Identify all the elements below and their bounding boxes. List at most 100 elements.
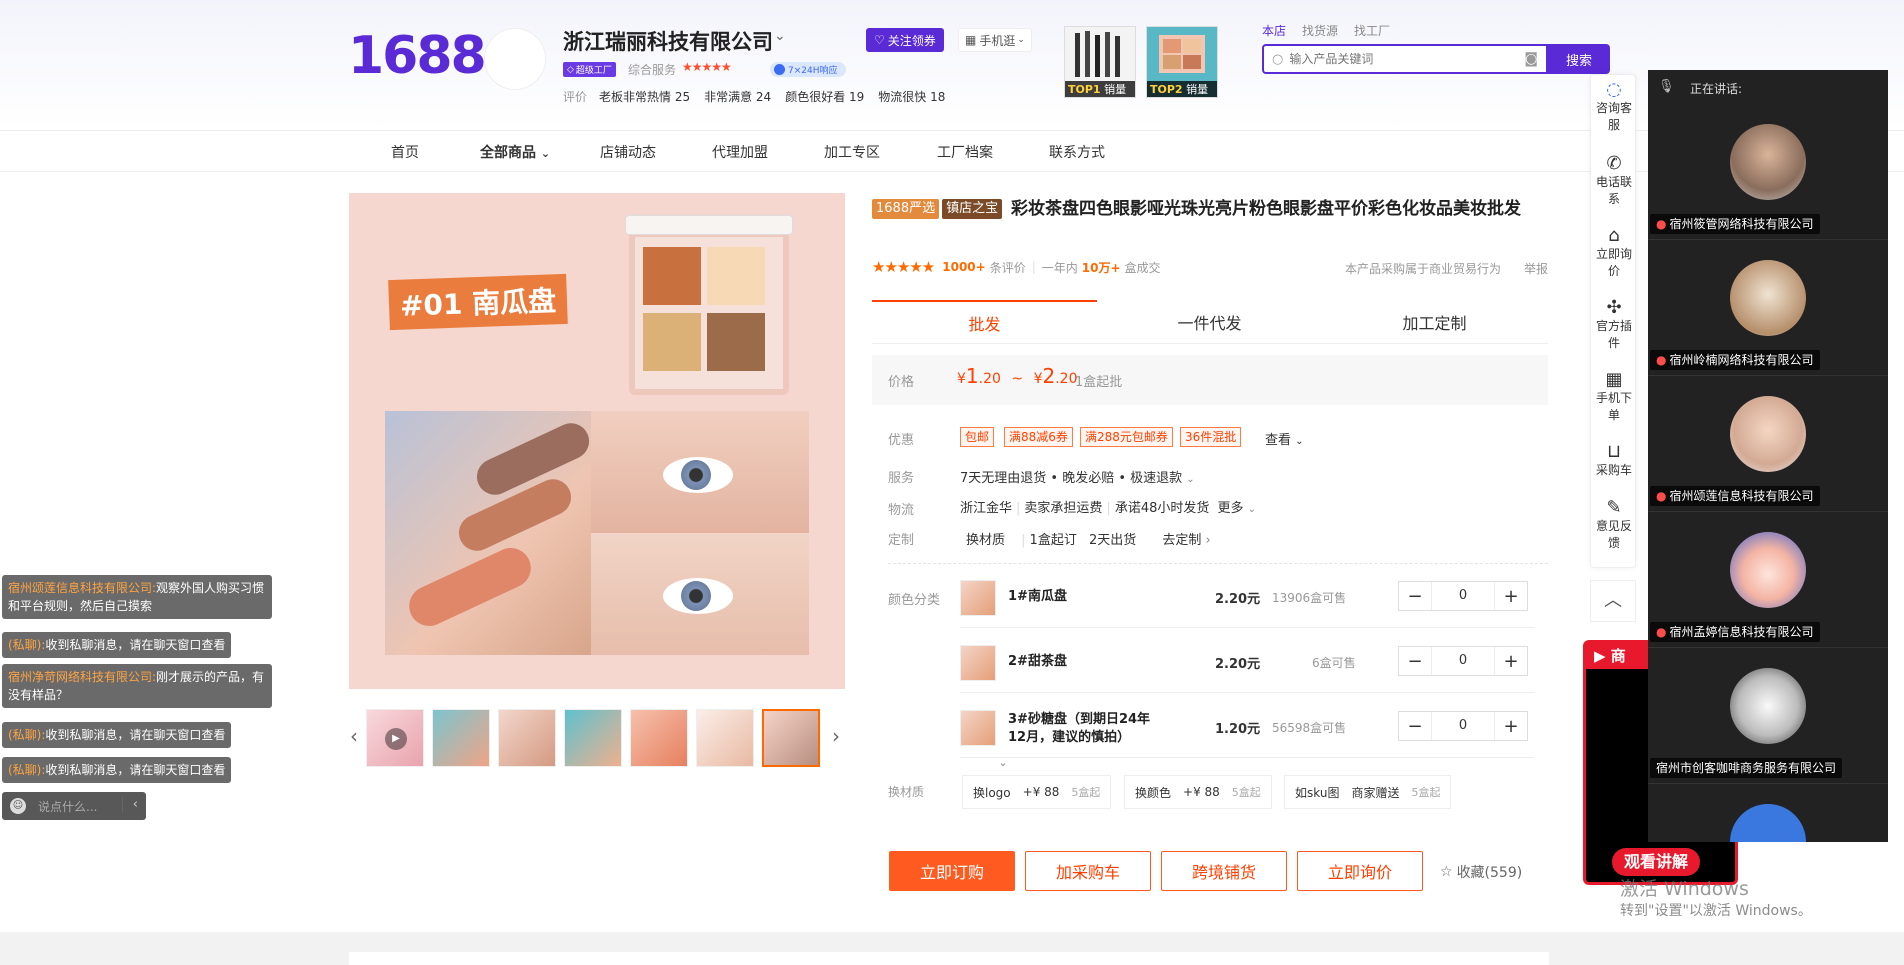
nav-agency[interactable]: 代理加盟 xyxy=(712,142,768,162)
search-tab-factory[interactable]: 找工厂 xyxy=(1354,22,1390,39)
gallery-thumb[interactable] xyxy=(564,709,622,767)
search-input[interactable] xyxy=(1289,52,1480,66)
gallery-thumb[interactable] xyxy=(696,709,754,767)
viewer-tile[interactable]: ● 宿州筱管网络科技有限公司 xyxy=(1648,106,1888,240)
viewer-tile[interactable]: ● 宿州岭楠网络科技有限公司 xyxy=(1648,242,1888,376)
plus-button[interactable]: + xyxy=(1495,586,1527,607)
watch-explain-button[interactable]: 观看讲解 xyxy=(1612,848,1701,876)
main-product-image[interactable]: #01 南瓜盘 xyxy=(349,193,845,689)
clock-icon xyxy=(774,64,785,75)
nav-contact[interactable]: 联系方式 xyxy=(1049,142,1105,162)
top2-product-thumb[interactable]: TOP2 销量 xyxy=(1146,26,1218,98)
float-phone[interactable]: ✆ 电话联系 xyxy=(1591,155,1637,208)
camera-icon[interactable]: ◙ xyxy=(1524,51,1538,67)
chat-input[interactable]: 说点什么... xyxy=(38,798,97,815)
collapse-chat-icon[interactable]: ‹ xyxy=(121,797,138,812)
sku-thumb[interactable] xyxy=(960,710,996,746)
minus-button[interactable]: − xyxy=(1399,586,1431,607)
review-tag[interactable]: 老板非常热情 25 xyxy=(599,88,690,105)
quantity-value[interactable]: 0 xyxy=(1431,582,1495,610)
shop-name[interactable]: 浙江瑞丽科技有限公司 xyxy=(563,26,773,56)
mic-icon[interactable]: 🎙 xyxy=(1658,79,1675,94)
float-inquiry[interactable]: ⌂ 立即询价 xyxy=(1591,227,1637,280)
promo-more[interactable]: 查看 ⌄ xyxy=(1265,429,1304,448)
gallery-thumb[interactable] xyxy=(432,709,490,767)
material-option[interactable]: 如sku图 商家赠送 5盒起 xyxy=(1284,775,1452,809)
cross-border-button[interactable]: 跨境铺货 xyxy=(1161,851,1287,891)
promo-tag[interactable]: 包邮 xyxy=(960,427,995,447)
nav-processing[interactable]: 加工专区 xyxy=(824,142,880,162)
material-option[interactable]: 换颜色 +¥ 88 5盒起 xyxy=(1124,775,1272,809)
viewer-tile[interactable]: ● 宿州颂莲信息科技有限公司 xyxy=(1648,378,1888,512)
emoji-icon[interactable]: ☺ xyxy=(10,798,26,814)
promo-tag[interactable]: 36件混批 xyxy=(1180,427,1242,447)
nav-factory-profile[interactable]: 工厂档案 xyxy=(937,142,993,162)
tab-wholesale[interactable]: 批发 xyxy=(872,300,1097,344)
gallery-thumb-video[interactable]: ▶ xyxy=(366,709,424,767)
thumb-prev-button[interactable]: ‹ xyxy=(350,724,358,748)
play-icon: ▶ xyxy=(385,728,407,750)
material-option[interactable]: 换logo +¥ 88 5盒起 xyxy=(962,775,1112,809)
float-consult[interactable]: ◌ 咨询客服 xyxy=(1591,81,1637,134)
chevron-down-icon[interactable]: ⌄ xyxy=(774,28,786,44)
viewer-tile[interactable]: 宿州市创客咖啡商务服务有限公司 xyxy=(1648,650,1888,784)
search-tab-shop[interactable]: 本店 xyxy=(1262,22,1286,39)
promo-tag[interactable]: 满88减6券 xyxy=(1004,427,1073,447)
minus-button[interactable]: − xyxy=(1399,716,1431,737)
plus-button[interactable]: + xyxy=(1495,716,1527,737)
custom-go-link[interactable]: 去定制 › xyxy=(1162,533,1210,548)
add-cart-button[interactable]: 加采购车 xyxy=(1025,851,1151,891)
minus-button[interactable]: − xyxy=(1399,651,1431,672)
tab-custom[interactable]: 加工定制 xyxy=(1322,300,1547,344)
follow-coupon-button[interactable]: ♡ 关注领券 xyxy=(866,28,944,52)
favorite-button[interactable]: ☆ 收藏(559) xyxy=(1440,862,1522,882)
gallery-thumb-active[interactable] xyxy=(762,709,820,767)
float-plugin[interactable]: ✣ 官方插件 xyxy=(1591,299,1637,352)
plus-button[interactable]: + xyxy=(1495,651,1527,672)
sku-thumb[interactable] xyxy=(960,645,996,681)
inquiry-button[interactable]: 立即询价 xyxy=(1297,851,1423,891)
viewer-tile[interactable]: ● 宿州孟婷信息科技有限公司 xyxy=(1648,514,1888,648)
sku-expand-icon[interactable]: ⌄ xyxy=(988,756,1018,770)
sku-thumb[interactable] xyxy=(960,580,996,616)
mobile-browse-button[interactable]: ▦ 手机逛 ⌄ xyxy=(958,28,1032,52)
quantity-value[interactable]: 0 xyxy=(1431,712,1495,740)
super-factory-badge: ◇ 超级工厂 xyxy=(563,62,616,77)
nav-shop-news[interactable]: 店铺动态 xyxy=(600,142,656,162)
tab-dropship[interactable]: 一件代发 xyxy=(1097,300,1322,344)
float-cart[interactable]: ⊔ 采购车 xyxy=(1591,443,1637,479)
nav-all-products[interactable]: 全部商品 ⌄ xyxy=(480,142,550,162)
report-link[interactable]: 举报 xyxy=(1524,260,1548,277)
sold-suffix: 盒成交 xyxy=(1124,260,1161,275)
review-tag[interactable]: 非常满意 24 xyxy=(704,88,771,105)
search-button[interactable]: 搜索 xyxy=(1548,44,1610,74)
logistics-more[interactable]: 更多 ⌄ xyxy=(1218,501,1257,516)
review-tag[interactable]: 颜色很好看 19 xyxy=(785,88,864,105)
service-text[interactable]: 7天无理由退货 • 晚发必赔 • 极速退款 ⌄ xyxy=(960,467,1195,486)
float-feedback[interactable]: ✎ 意见反馈 xyxy=(1591,499,1637,552)
diamond-icon: ◇ xyxy=(567,64,574,75)
eye-photo-2 xyxy=(591,534,809,655)
review-count[interactable]: 1000+ xyxy=(942,260,985,274)
order-now-button[interactable]: 立即订购 xyxy=(889,851,1015,891)
top1-product-thumb[interactable]: TOP1 销量 xyxy=(1064,26,1136,98)
site-logo[interactable]: 1688 xyxy=(348,26,487,86)
gallery-thumb[interactable] xyxy=(498,709,556,767)
viewer-tile[interactable]: 公司 xyxy=(1648,786,1888,842)
chat-input-bar[interactable]: ☺ 说点什么... ‹ xyxy=(2,792,146,820)
sku-price: 1.20元 xyxy=(1215,722,1261,737)
gallery-thumb[interactable] xyxy=(630,709,688,767)
float-mobile-order[interactable]: ▦ 手机下单 xyxy=(1591,371,1637,424)
heart-icon: ♡ xyxy=(874,33,885,47)
brushes-image xyxy=(1075,31,1120,77)
review-tag[interactable]: 物流很快 18 xyxy=(878,88,945,105)
promo-tag[interactable]: 满288元包邮券 xyxy=(1080,427,1173,447)
back-to-top-button[interactable]: ︿ xyxy=(1590,580,1636,622)
shop-avatar[interactable] xyxy=(484,28,546,90)
qr-icon: ▦ xyxy=(965,33,977,47)
nav-home[interactable]: 首页 xyxy=(391,142,419,162)
thumb-next-button[interactable]: › xyxy=(832,724,840,748)
search-tab-goods[interactable]: 找货源 xyxy=(1302,22,1338,39)
quantity-value[interactable]: 0 xyxy=(1431,647,1495,675)
sku-name: 3#砂糖盘（到期日24年12月，建议的慎拍） xyxy=(1008,712,1151,745)
